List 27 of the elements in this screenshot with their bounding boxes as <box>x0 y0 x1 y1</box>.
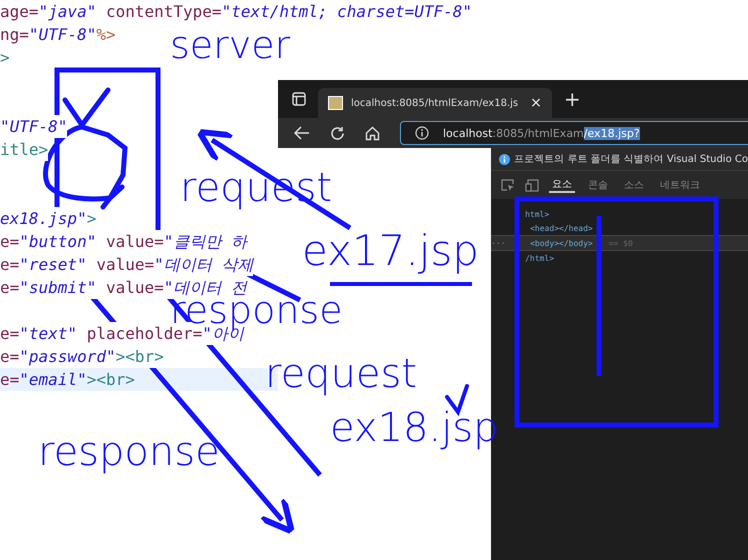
close-tab-button[interactable]: × <box>530 95 542 111</box>
device-icon[interactable] <box>525 178 540 192</box>
favicon-icon <box>328 96 343 110</box>
dom-node[interactable]: /html> <box>525 254 554 262</box>
info-message: 프로젝트의 루트 폴더를 식별하여 Visual Studio Co <box>514 153 748 166</box>
devtools-tab[interactable]: 콘솔 <box>585 178 612 192</box>
annotation-text: request <box>265 354 418 394</box>
reload-icon[interactable] <box>330 126 345 140</box>
devtools-tab[interactable]: 요소 <box>549 177 576 193</box>
dom-node[interactable]: <body></body> <box>525 238 593 248</box>
annotation-text: server <box>170 26 290 64</box>
more-dots[interactable]: ··· <box>491 238 526 248</box>
annotation-text: ex17.jsp <box>302 230 479 272</box>
browser-tab[interactable]: localhost:8085/htmlExam/ex18.js × <box>318 88 552 118</box>
dom-node[interactable]: <head></head> <box>525 224 593 232</box>
info-icon[interactable] <box>415 126 429 140</box>
devtools-tab[interactable]: 네트워크 <box>657 178 704 192</box>
sidebar-icon[interactable] <box>292 92 306 106</box>
inspect-icon[interactable] <box>501 179 516 191</box>
annotation-text: response <box>38 432 220 472</box>
back-icon[interactable] <box>294 126 310 140</box>
tab-title: localhost:8085/htmlExam/ex18.js <box>351 98 518 108</box>
home-icon[interactable] <box>365 126 380 140</box>
dom-node[interactable]: html> <box>525 210 550 218</box>
info-icon <box>499 154 510 164</box>
new-tab-button[interactable]: + <box>564 89 581 109</box>
devtools-tab[interactable]: 소스 <box>621 178 648 192</box>
